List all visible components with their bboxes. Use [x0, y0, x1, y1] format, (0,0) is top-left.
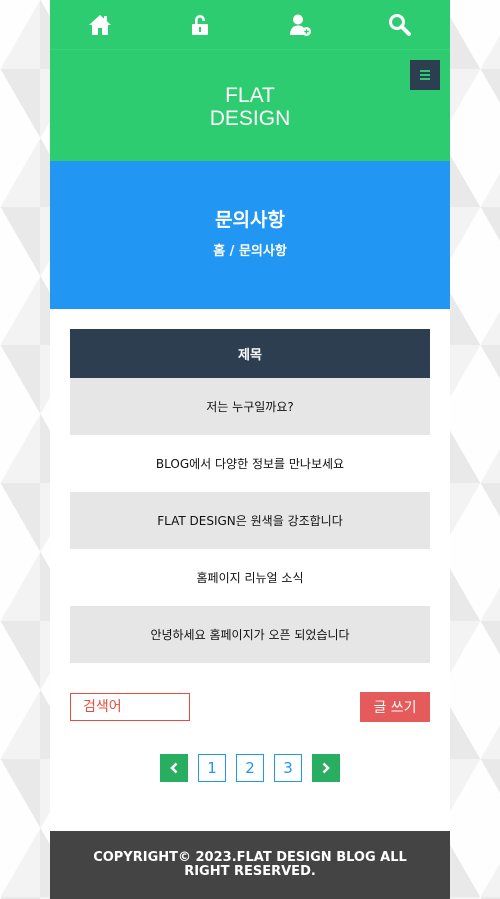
table-row[interactable]: 홈페이지 리뉴얼 소식 [70, 549, 430, 606]
page-2-button[interactable]: 2 [236, 754, 264, 782]
nav-search-button[interactable] [380, 5, 420, 45]
board-actions: 글 쓰기 [70, 692, 430, 722]
logo-line-2: DESIGN [209, 106, 291, 130]
page-container: FLAT DESIGN 문의사항 홈 / 문의사항 제목 저는 누구일까요? B… [50, 0, 450, 899]
home-icon [89, 14, 111, 35]
site-header: FLAT DESIGN [50, 50, 450, 161]
nav-join-button[interactable] [280, 5, 320, 45]
add-user-icon [290, 14, 311, 36]
pagination: 1 2 3 [50, 754, 450, 782]
board-table: 제목 저는 누구일까요? BLOG에서 다양한 정보를 만나보세요 FLAT D… [70, 329, 430, 663]
column-header-title: 제목 [70, 329, 430, 378]
prev-page-button[interactable] [160, 754, 188, 782]
page-3-button[interactable]: 3 [274, 754, 302, 782]
nav-login-button[interactable] [180, 5, 220, 45]
page-1-button[interactable]: 1 [198, 754, 226, 782]
search-input[interactable] [70, 693, 190, 721]
site-logo[interactable]: FLAT DESIGN [210, 84, 291, 130]
breadcrumb: 홈 / 문의사항 [213, 244, 287, 259]
copyright-text: COPYRIGHT© 2023.FLAT DESIGN BLOG ALL RIG… [93, 850, 407, 879]
menu-icon [420, 70, 430, 80]
page-banner: 문의사항 홈 / 문의사항 [50, 161, 450, 309]
write-post-button[interactable]: 글 쓰기 [360, 692, 430, 722]
nav-home-button[interactable] [80, 5, 120, 45]
top-nav [50, 0, 450, 50]
chevron-right-icon [322, 762, 330, 774]
table-row[interactable]: BLOG에서 다양한 정보를 만나보세요 [70, 435, 430, 492]
menu-toggle-button[interactable] [410, 60, 440, 90]
table-row[interactable]: 안녕하세요 홈페이지가 오픈 되었습니다 [70, 606, 430, 663]
unlock-icon [192, 14, 208, 35]
site-footer: COPYRIGHT© 2023.FLAT DESIGN BLOG ALL RIG… [50, 831, 450, 899]
chevron-left-icon [170, 762, 178, 774]
logo-line-1: FLAT [225, 83, 275, 107]
table-row[interactable]: FLAT DESIGN은 원색을 강조합니다 [70, 492, 430, 549]
table-row[interactable]: 저는 누구일까요? [70, 378, 430, 435]
search-icon [389, 13, 411, 36]
page-title: 문의사항 [215, 209, 285, 231]
next-page-button[interactable] [312, 754, 340, 782]
